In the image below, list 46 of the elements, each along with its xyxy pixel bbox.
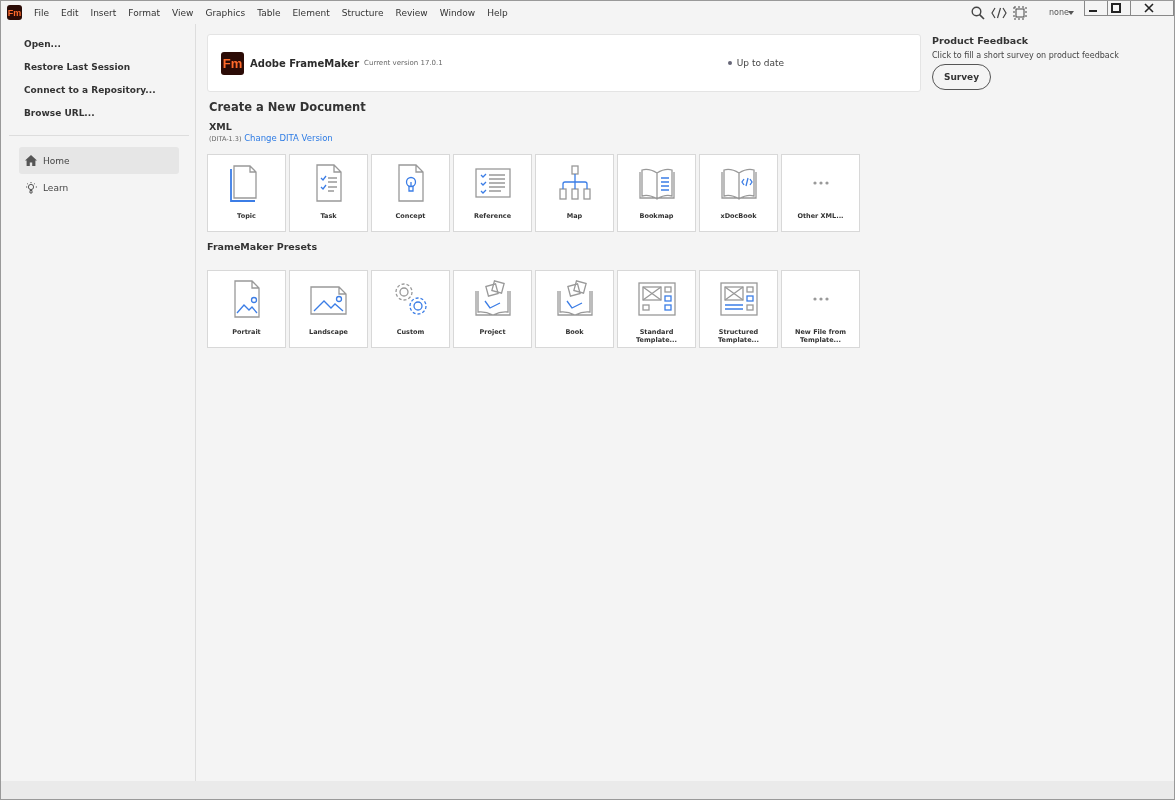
book-with-pages-icon	[554, 279, 595, 319]
menu-item[interactable]: Edit	[61, 7, 79, 18]
menu-item[interactable]: Window	[439, 7, 476, 18]
menu-item[interactable]: Review	[395, 7, 428, 18]
layout-template-icon	[636, 279, 677, 319]
change-dita-link[interactable]: Change DITA Version	[244, 133, 333, 143]
feedback-title: Product Feedback	[932, 35, 1030, 46]
sidebar-nav-item[interactable]: Home	[19, 147, 179, 174]
feedback-text: Click to fill a short survey on product feedback	[932, 51, 1120, 60]
book-with-pages-icon	[472, 279, 513, 319]
frame-icon[interactable]	[1013, 5, 1028, 20]
menu-item[interactable]: Graphics	[205, 7, 246, 18]
status-dot-icon	[727, 61, 732, 65]
caret-icon	[1068, 10, 1074, 15]
maximize-icon	[1111, 3, 1121, 13]
menu-item[interactable]: Format	[128, 7, 161, 18]
close-icon	[1144, 3, 1154, 13]
menu-item[interactable]: View	[172, 7, 194, 18]
menu-item[interactable]: Element	[292, 7, 330, 18]
sidebar-action-link[interactable]: Browse URL...	[24, 106, 95, 120]
section-title: Create a New Document	[209, 100, 367, 114]
app-logo: Fm	[7, 5, 22, 20]
lightbulb-icon	[25, 181, 37, 194]
minimize-icon	[1089, 10, 1097, 12]
layout-template-icon	[718, 279, 759, 319]
code-icon[interactable]	[991, 5, 1008, 20]
sidebar-action-link[interactable]: Connect to a Repository...	[24, 83, 156, 97]
more-icon	[812, 297, 829, 301]
app-logo: Fm	[221, 51, 244, 75]
workspace-dropdown[interactable]: none	[1049, 8, 1074, 17]
update-status: Up to date	[736, 58, 785, 68]
menu-item[interactable]: Insert	[90, 7, 117, 18]
menu-item[interactable]: File	[34, 7, 50, 18]
sidebar-action-link[interactable]: Restore Last Session	[24, 60, 131, 74]
survey-button[interactable]: Survey	[932, 64, 991, 90]
menu-item[interactable]: Table	[257, 7, 281, 18]
subsection-title: FrameMaker Presets	[207, 241, 319, 252]
more-icon	[812, 181, 829, 185]
menu-item[interactable]: Help	[487, 7, 508, 18]
search-icon[interactable]	[971, 5, 986, 20]
product-name: Adobe FrameMaker	[250, 57, 360, 69]
sidebar-nav-item[interactable]: Learn	[19, 174, 179, 201]
menu-item[interactable]: Structure	[341, 7, 384, 18]
home-icon	[25, 155, 37, 166]
subsection-title: XML	[209, 121, 233, 132]
sidebar-action-link[interactable]: Open...	[24, 37, 61, 51]
